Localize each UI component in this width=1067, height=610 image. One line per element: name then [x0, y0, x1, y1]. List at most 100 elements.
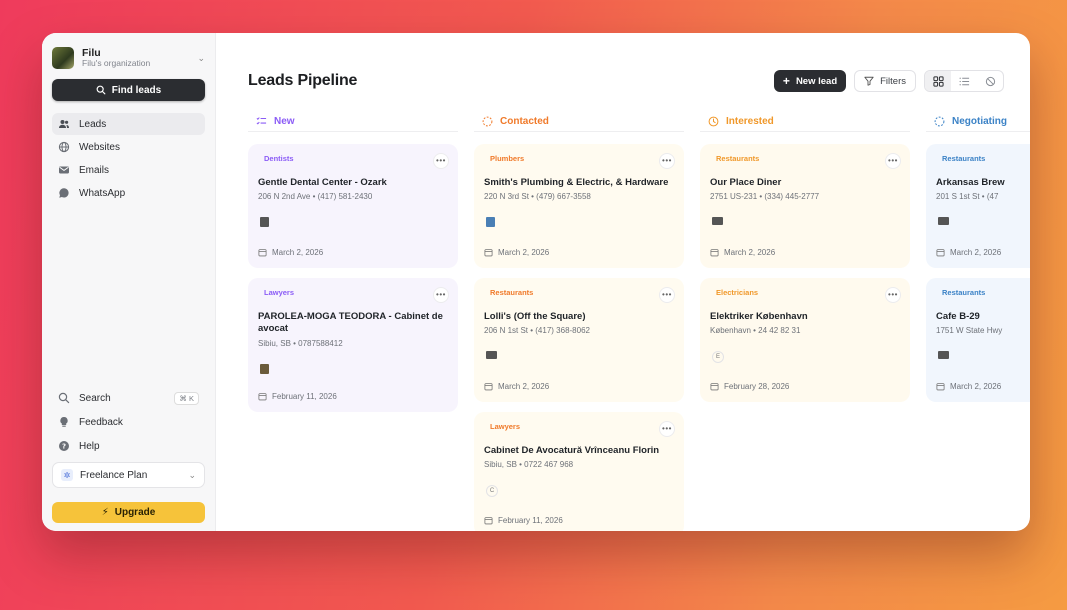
column-header: New	[248, 111, 458, 132]
filter-icon	[864, 76, 874, 86]
column-contacted: Contacted Plumbers ••• Smith's Plumbing …	[474, 111, 684, 531]
upgrade-button[interactable]: ⚡ Upgrade	[52, 502, 205, 523]
plan-selector[interactable]: ✲ Freelance Plan ⌄	[52, 462, 205, 488]
sidebar-item-leads[interactable]: Leads	[52, 113, 205, 135]
category-tag: Electricians	[716, 288, 759, 297]
help-label: Help	[79, 440, 100, 452]
help-item[interactable]: ? Help	[52, 434, 205, 458]
date-text: March 2, 2026	[724, 248, 776, 257]
lead-card[interactable]: Electricians ••• Elektriker København Kø…	[700, 278, 910, 402]
sparkle-icon: ✲	[61, 469, 73, 481]
board-view-button[interactable]	[925, 71, 951, 91]
filters-button[interactable]: Filters	[854, 70, 916, 92]
lead-date: February 11, 2026	[258, 392, 337, 401]
more-icon[interactable]: •••	[433, 153, 449, 169]
more-icon[interactable]: •••	[659, 287, 675, 303]
lead-title: Arkansas Brew	[936, 177, 1005, 188]
category-tag: Restaurants	[716, 154, 760, 163]
date-text: March 2, 2026	[272, 248, 324, 257]
more-icon[interactable]: •••	[885, 287, 901, 303]
upgrade-label: Upgrade	[114, 507, 156, 518]
clock-icon	[708, 116, 719, 127]
archive-view-button[interactable]	[977, 71, 1003, 91]
lead-details: 206 N 1st St • (417) 368-8062	[484, 326, 590, 336]
website-thumbnail	[938, 351, 949, 360]
more-icon[interactable]: •••	[885, 153, 901, 169]
dashed-circle-icon	[934, 116, 945, 127]
header-actions: + New lead Filters	[773, 70, 1004, 92]
page-header: Leads Pipeline + New lead Filters	[248, 63, 1030, 99]
lead-details: 1751 W State Hwy	[936, 326, 1003, 336]
sidebar-item-whatsapp[interactable]: WhatsApp	[52, 182, 205, 204]
sidebar-item-label: Websites	[79, 141, 120, 153]
new-lead-label: New lead	[795, 75, 838, 87]
kanban-board: New Dentists ••• Gentle Dental Center - …	[248, 111, 1030, 531]
more-icon[interactable]: •••	[659, 421, 675, 437]
date-text: February 11, 2026	[498, 516, 563, 525]
column-title: Negotiating	[952, 115, 1007, 127]
lead-card[interactable]: Restaurants Arkansas Brew 201 S 1st St •…	[926, 144, 1030, 268]
grid-icon	[932, 75, 944, 87]
category-tag: Restaurants	[942, 154, 986, 163]
category-tag: Plumbers	[490, 154, 525, 163]
search-shortcut: ⌘ K	[174, 391, 199, 405]
find-leads-button[interactable]: Find leads	[52, 79, 205, 101]
search-item[interactable]: Search ⌘ K	[52, 386, 205, 410]
calendar-icon	[484, 249, 493, 257]
lead-details: Sibiu, SB • 0787588412	[258, 338, 343, 348]
lead-card[interactable]: Restaurants ••• Lolli's (Off the Square)…	[474, 278, 684, 402]
lead-date: March 2, 2026	[936, 382, 1001, 391]
website-thumbnail: C	[486, 485, 498, 498]
lead-title: Cafe B-29	[936, 311, 980, 322]
list-view-button[interactable]	[951, 71, 977, 91]
website-thumbnail	[260, 363, 269, 374]
column-negotiating: Negotiating Restaurants Arkansas Brew 20…	[926, 111, 1030, 531]
lead-card[interactable]: Lawyers ••• Cabinet De Avocatură Vrîncea…	[474, 412, 684, 531]
blocked-icon	[985, 76, 995, 86]
org-avatar	[52, 47, 74, 69]
lead-card[interactable]: Plumbers ••• Smith's Plumbing & Electric…	[474, 144, 684, 268]
column-header: Interested	[700, 111, 910, 132]
column-title: New	[274, 115, 295, 127]
sidebar: Filu Filu's organization ⌄ Find leads Le…	[42, 33, 216, 531]
lightbulb-icon	[58, 416, 70, 428]
column-header: Contacted	[474, 111, 684, 132]
chevron-down-icon: ⌄	[197, 52, 205, 63]
users-icon	[58, 118, 70, 130]
more-icon[interactable]: •••	[433, 287, 449, 303]
lead-card[interactable]: Restaurants ••• Our Place Diner 2751 US-…	[700, 144, 910, 268]
website-thumbnail	[260, 217, 269, 228]
list-icon	[959, 77, 969, 85]
website-thumbnail	[486, 351, 497, 360]
calendar-icon	[484, 517, 493, 525]
more-icon[interactable]: •••	[659, 153, 675, 169]
new-lead-button[interactable]: + New lead	[773, 70, 847, 92]
website-thumbnail	[938, 217, 949, 226]
lead-details: København • 24 42 82 31	[710, 326, 801, 336]
lead-date: March 2, 2026	[710, 248, 775, 257]
lead-title: Elektriker København	[710, 311, 808, 322]
website-thumbnail	[486, 217, 495, 228]
sidebar-item-websites[interactable]: Websites	[52, 136, 205, 158]
lead-title: Lolli's (Off the Square)	[484, 311, 586, 322]
filters-label: Filters	[880, 75, 906, 87]
sidebar-bottom: Search ⌘ K Feedback ? Help ✲ Freelance P…	[52, 386, 205, 523]
feedback-item[interactable]: Feedback	[52, 410, 205, 434]
lead-card[interactable]: Lawyers ••• PAROLEA-MOGA TEODORA - Cabin…	[248, 278, 458, 412]
category-tag: Restaurants	[490, 288, 534, 297]
lead-card[interactable]: Restaurants Cafe B-29 1751 W State Hwy M…	[926, 278, 1030, 402]
lead-card[interactable]: Dentists ••• Gentle Dental Center - Ozar…	[248, 144, 458, 268]
calendar-icon	[484, 383, 493, 391]
svg-text:?: ?	[62, 442, 66, 450]
calendar-icon	[710, 249, 719, 257]
feedback-label: Feedback	[79, 416, 123, 428]
sidebar-item-emails[interactable]: Emails	[52, 159, 205, 181]
view-toggle	[924, 70, 1004, 92]
column-interested: Interested Restaurants ••• Our Place Din…	[700, 111, 910, 531]
category-tag: Restaurants	[942, 288, 986, 297]
calendar-icon	[936, 249, 945, 257]
category-tag: Dentists	[264, 154, 294, 163]
lead-title: Our Place Diner	[710, 177, 782, 188]
category-tag: Lawyers	[490, 422, 521, 431]
org-switcher[interactable]: Filu Filu's organization ⌄	[52, 45, 205, 71]
